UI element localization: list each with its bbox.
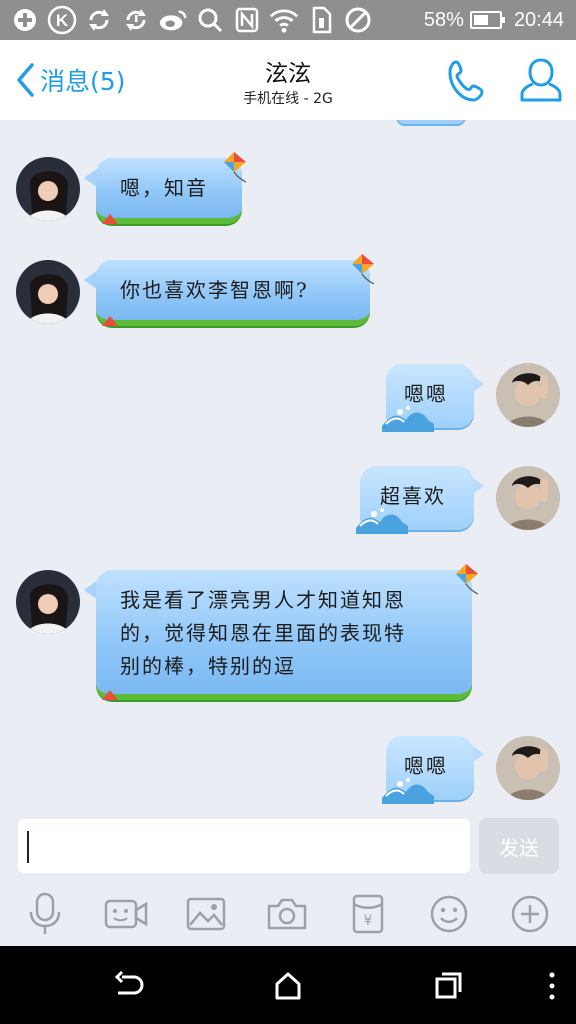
back-icon [114,971,144,995]
message-bubble[interactable]: 你也喜欢李智恩啊? [96,260,370,326]
nav-recents-button[interactable] [430,968,466,1004]
my-avatar[interactable] [496,363,560,427]
more-options-button[interactable] [506,890,554,938]
message-bubble[interactable]: 我是看了漂亮男人才知道知恩 的，觉得知恩在里面的表现特 别的棒，特别的逗 [96,570,472,700]
battery-icon [469,11,505,29]
image-icon [186,897,226,931]
k-circle-icon: K [47,5,77,35]
person-icon [520,58,562,102]
weibo-icon [158,5,188,35]
wave-icon [382,406,434,432]
system-nav-bar [0,946,576,1024]
wave-icon [382,778,434,804]
contact-avatar[interactable] [16,570,80,634]
svg-text:K: K [56,11,69,30]
camera-button[interactable] [263,890,311,938]
phone-icon [448,60,484,102]
contact-avatar[interactable] [16,260,80,324]
toolbar: ¥ [0,890,576,940]
sim-icon [306,5,336,35]
camera-icon [267,898,307,930]
message-input[interactable] [18,819,470,873]
decoration-icon [102,690,118,700]
input-bar: 发送 ¥ [0,810,576,946]
text-caret [27,831,29,863]
sync-icon [84,5,114,35]
nav-home-button[interactable] [270,968,306,1004]
send-button[interactable]: 发送 [479,818,559,874]
video-icon [104,899,148,929]
chat-area[interactable]: 嗯，知音 你也喜欢李智恩啊? 嗯嗯 超喜欢 我是看了漂亮男人才知道知恩 的，觉得… [0,120,576,810]
my-avatar[interactable] [496,466,560,530]
message-text: 你也喜欢李智恩啊? [120,278,309,302]
search-icon [195,5,225,35]
nav-more-button[interactable] [534,968,570,1004]
status-bar: K 58% 20:44 [0,0,576,40]
message-text: 我是看了漂亮男人才知道知恩 的，觉得知恩在里面的表现特 别的棒，特别的逗 [120,584,406,683]
plus-icon [511,895,549,933]
message-row: 嗯嗯 [0,724,576,810]
nfc-icon [232,5,262,35]
kite-icon [352,254,375,285]
svg-text:¥: ¥ [364,913,373,929]
message-row: 我是看了漂亮男人才知道知恩 的，觉得知恩在里面的表现特 别的棒，特别的逗 [0,558,576,718]
decoration-icon [102,214,118,224]
voice-button[interactable] [21,890,69,938]
plus-circle-icon [10,5,40,35]
clock: 20:44 [513,8,564,31]
battery-percent: 58% [423,8,464,31]
sync-download-icon [121,5,151,35]
message-line: 的，觉得知恩在里面的表现特 [120,621,406,645]
video-button[interactable] [102,890,150,938]
microphone-icon [29,892,61,934]
wifi-icon [269,5,299,35]
message-row: 你也喜欢李智恩啊? [0,240,576,350]
home-icon [275,972,301,1000]
contact-profile-button[interactable] [518,56,564,104]
contact-avatar[interactable] [16,157,80,221]
recents-icon [435,972,462,999]
emoji-button[interactable] [425,890,473,938]
red-packet-button[interactable]: ¥ [344,890,392,938]
message-row: 嗯，知音 [0,120,576,240]
my-avatar[interactable] [496,736,560,800]
wave-icon [356,508,408,534]
message-row: 超喜欢 [0,454,576,554]
nav-back-button[interactable] [110,968,146,1004]
kite-icon [456,564,479,595]
blocked-icon [343,5,373,35]
message-text: 嗯，知音 [120,176,208,200]
message-line: 别的棒，特别的逗 [120,654,296,678]
emoji-icon [430,895,468,933]
decoration-icon [102,316,118,326]
message-row: 嗯嗯 [0,350,576,450]
phone-call-button[interactable] [446,58,492,104]
chat-header: 消息(5) 泫泫 手机在线 - 2G [0,40,576,120]
image-button[interactable] [182,890,230,938]
message-line: 我是看了漂亮男人才知道知恩 [120,588,406,612]
red-packet-icon: ¥ [352,894,384,934]
kite-icon [224,152,247,183]
more-icon [549,972,555,1000]
